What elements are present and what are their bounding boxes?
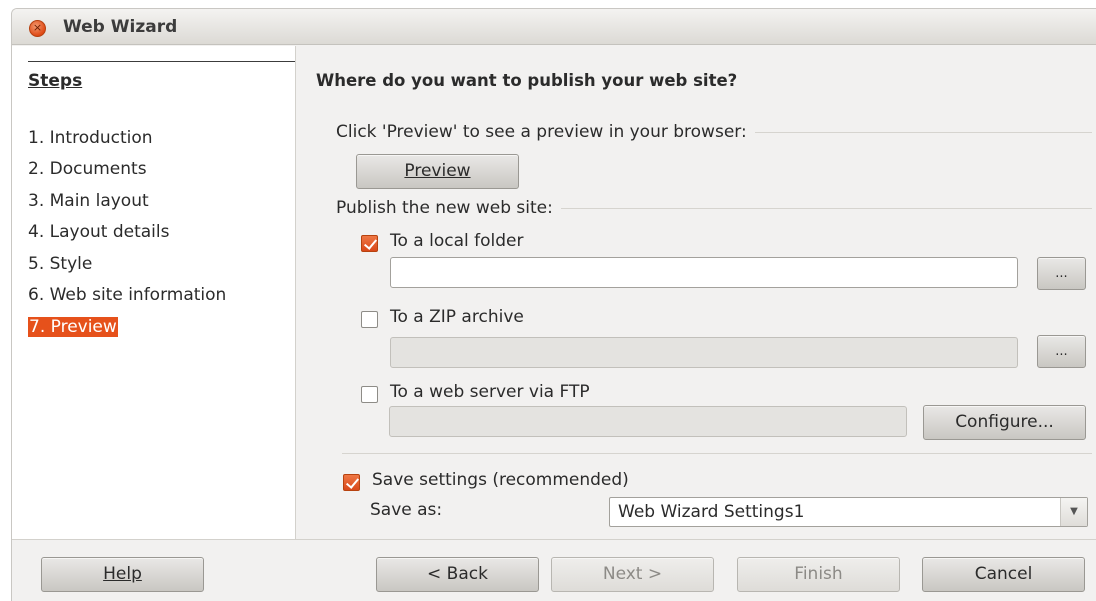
footer-divider xyxy=(12,539,1096,540)
save-section-rule xyxy=(342,453,1092,454)
steps-heading: Steps xyxy=(28,71,83,91)
ftp-server-field[interactable] xyxy=(389,406,907,437)
window-title: Web Wizard xyxy=(63,17,178,37)
local-folder-checkbox[interactable] xyxy=(361,235,378,252)
step-main-layout[interactable]: 3. Main layout xyxy=(28,191,149,211)
steps-panel: Steps 1. Introduction 2. Documents 3. Ma… xyxy=(12,46,296,539)
chevron-down-icon[interactable]: ▼ xyxy=(1060,498,1087,526)
publish-section-label: Publish the new web site: xyxy=(336,198,561,218)
save-as-label: Save as: xyxy=(370,500,443,520)
step-preview[interactable]: 7. Preview xyxy=(28,317,118,337)
preview-button[interactable]: Preview xyxy=(356,154,519,189)
help-button[interactable]: Help xyxy=(41,557,204,592)
step-style[interactable]: 5. Style xyxy=(28,254,92,274)
step-introduction[interactable]: 1. Introduction xyxy=(28,128,153,148)
save-as-value: Web Wizard Settings1 xyxy=(618,502,805,522)
help-button-label: Help xyxy=(103,564,142,584)
step-layout-details[interactable]: 4. Layout details xyxy=(28,222,169,242)
save-settings-checkbox[interactable] xyxy=(343,474,360,491)
step-documents[interactable]: 2. Documents xyxy=(28,159,147,179)
local-folder-path-field[interactable] xyxy=(390,257,1018,288)
zip-archive-browse-button[interactable]: ... xyxy=(1037,335,1086,368)
close-icon[interactable]: × xyxy=(29,20,46,37)
title-bar: × Web Wizard xyxy=(12,9,1096,45)
zip-archive-checkbox[interactable] xyxy=(361,311,378,328)
local-folder-label[interactable]: To a local folder xyxy=(390,231,524,251)
local-folder-browse-button[interactable]: ... xyxy=(1037,257,1086,290)
ftp-label[interactable]: To a web server via FTP xyxy=(390,382,590,402)
save-as-combo[interactable]: Web Wizard Settings1 ▼ xyxy=(609,497,1088,527)
preview-section-label: Click 'Preview' to see a preview in your… xyxy=(336,122,755,142)
ftp-checkbox[interactable] xyxy=(361,386,378,403)
cancel-button[interactable]: Cancel xyxy=(922,557,1085,592)
finish-button[interactable]: Finish xyxy=(737,557,900,592)
back-button[interactable]: < Back xyxy=(376,557,539,592)
zip-archive-label[interactable]: To a ZIP archive xyxy=(390,307,524,327)
web-wizard-dialog: × Web Wizard Steps 1. Introduction 2. Do… xyxy=(11,8,1096,601)
steps-divider xyxy=(28,61,295,62)
save-settings-label[interactable]: Save settings (recommended) xyxy=(372,470,629,490)
step-web-site-information[interactable]: 6. Web site information xyxy=(28,285,226,305)
next-button[interactable]: Next > xyxy=(551,557,714,592)
page-heading: Where do you want to publish your web si… xyxy=(316,71,738,90)
zip-archive-path-field[interactable] xyxy=(390,337,1018,368)
preview-button-label: Preview xyxy=(404,161,471,181)
configure-button[interactable]: Configure... xyxy=(923,405,1086,440)
